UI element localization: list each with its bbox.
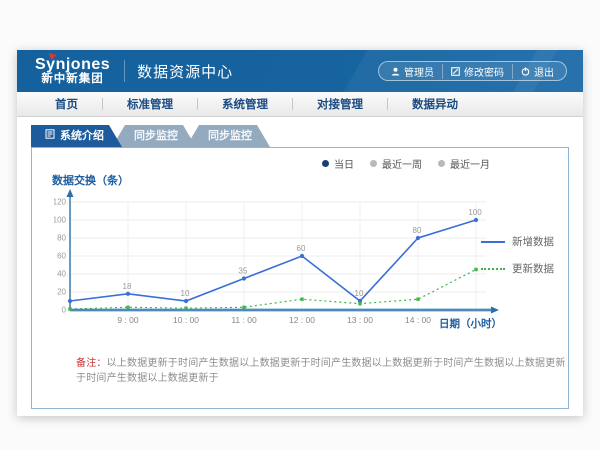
- tab-sync-monitor-1[interactable]: 同步监控: [112, 125, 196, 147]
- nav-item-system-mgmt[interactable]: 系统管理: [198, 96, 292, 112]
- svg-text:0: 0: [62, 306, 67, 315]
- tab-system-intro[interactable]: 系统介绍: [31, 125, 122, 147]
- svg-text:100: 100: [468, 208, 482, 217]
- logout-label: 退出: [534, 64, 554, 79]
- app-window: Synjones 新中新集团 数据资源中心 管理员 修改密码: [17, 50, 583, 416]
- edit-icon: [451, 67, 460, 76]
- line-chart: 0 20 40 60 80 100 120 9 : 00 10 : 00 11 : 00 12 : …: [54, 188, 504, 338]
- brand-logo: Synjones 新中新集团: [35, 57, 110, 86]
- footnote-text: 以上数据更新于时间产生数据以上数据更新于时间产生数据以上数据更新于时间产生数据以…: [76, 358, 566, 384]
- page-title: 数据资源中心: [137, 61, 233, 82]
- svg-text:10: 10: [181, 289, 190, 298]
- svg-text:14 : 00: 14 : 00: [405, 315, 431, 325]
- radio-last-week[interactable]: 最近一周: [370, 156, 422, 171]
- chart-panel: 当日 最近一周 最近一月 数据交换（条） 0 20 40 60 80 100 120 9 : …: [31, 147, 569, 409]
- svg-text:13 : 00: 13 : 00: [347, 315, 373, 325]
- svg-text:11 : 00: 11 : 00: [231, 315, 257, 325]
- legend-item-update-data: 更新数据: [481, 261, 554, 276]
- change-password-label: 修改密码: [464, 64, 504, 79]
- svg-text:60: 60: [297, 244, 306, 253]
- svg-text:20: 20: [57, 288, 66, 297]
- svg-text:120: 120: [54, 198, 67, 207]
- range-filter: 当日 最近一周 最近一月: [322, 156, 490, 171]
- svg-text:12 : 00: 12 : 00: [289, 315, 315, 325]
- svg-text:10 : 00: 10 : 00: [173, 315, 199, 325]
- tab-label: 同步监控: [208, 130, 252, 142]
- tab-bar: 系统介绍 同步监控 同步监控: [31, 125, 569, 147]
- brand-company: 新中新集团: [35, 73, 110, 85]
- svg-text:80: 80: [57, 234, 66, 243]
- current-user-button[interactable]: 管理员: [383, 64, 442, 79]
- user-icon: [391, 67, 400, 76]
- svg-text:18: 18: [123, 282, 132, 291]
- change-password-button[interactable]: 修改密码: [442, 64, 512, 79]
- legend-line-sample: [481, 241, 505, 243]
- svg-text:10: 10: [355, 289, 364, 298]
- legend-label: 新增数据: [512, 234, 554, 249]
- user-label: 管理员: [404, 64, 434, 79]
- y-axis-title: 数据交换（条）: [52, 172, 129, 188]
- brand-accent-icon: [47, 53, 56, 61]
- radio-label: 最近一周: [382, 156, 422, 171]
- legend-item-new-data: 新增数据: [481, 234, 554, 249]
- tab-label: 系统介绍: [60, 125, 104, 147]
- radio-dot: [322, 160, 329, 167]
- svg-text:60: 60: [57, 252, 66, 261]
- nav-item-home[interactable]: 首页: [31, 96, 102, 112]
- svg-text:80: 80: [413, 226, 422, 235]
- legend-line-sample: [481, 268, 505, 270]
- footnote: 备注：以上数据更新于时间产生数据以上数据更新于时间产生数据以上数据更新于时间产生…: [76, 354, 568, 384]
- document-icon: [45, 125, 55, 147]
- nav-item-interface-mgmt[interactable]: 对接管理: [293, 96, 387, 112]
- app-header: Synjones 新中新集团 数据资源中心 管理员 修改密码: [17, 50, 583, 92]
- tab-sync-monitor-2[interactable]: 同步监控: [186, 125, 270, 147]
- svg-text:35: 35: [239, 267, 248, 276]
- radio-last-month[interactable]: 最近一月: [438, 156, 490, 171]
- tab-label: 同步监控: [134, 130, 178, 142]
- radio-dot: [370, 160, 377, 167]
- user-menu: 管理员 修改密码 退出: [378, 61, 567, 81]
- svg-text:40: 40: [57, 270, 66, 279]
- content-area: 系统介绍 同步监控 同步监控 当日 最近一周: [17, 117, 583, 409]
- main-nav: 首页 标准管理 系统管理 对接管理 数据异动: [17, 92, 583, 117]
- radio-dot: [438, 160, 445, 167]
- radio-label: 当日: [334, 156, 354, 171]
- radio-label: 最近一月: [450, 156, 490, 171]
- nav-item-data-change[interactable]: 数据异动: [388, 96, 482, 112]
- svg-text:9 : 00: 9 : 00: [117, 315, 139, 325]
- chart-legend: 新增数据 更新数据: [481, 234, 554, 276]
- power-icon: [521, 67, 530, 76]
- svg-text:100: 100: [54, 216, 67, 225]
- footnote-prefix: 备注：: [76, 358, 107, 369]
- svg-text:日期（小时）: 日期（小时）: [439, 317, 502, 330]
- nav-item-standard-mgmt[interactable]: 标准管理: [103, 96, 197, 112]
- legend-label: 更新数据: [512, 261, 554, 276]
- radio-today[interactable]: 当日: [322, 156, 354, 171]
- logout-button[interactable]: 退出: [512, 64, 562, 79]
- header-divider: [124, 60, 125, 82]
- brand-wordmark: Synjones: [35, 57, 110, 74]
